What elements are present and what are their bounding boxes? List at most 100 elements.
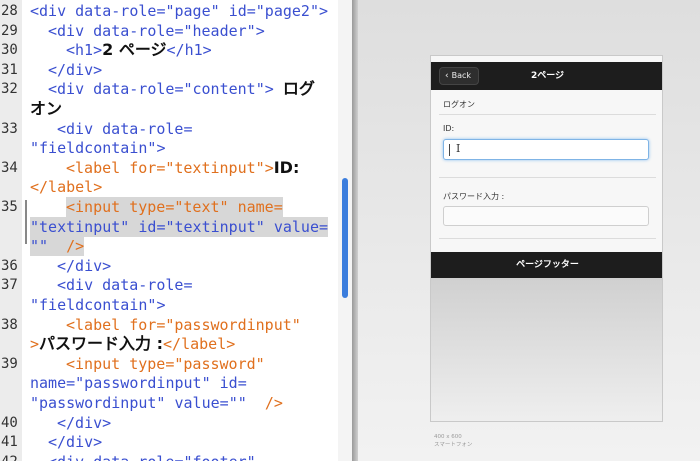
line-number: 33 [1, 120, 18, 137]
code-token: /> [66, 237, 85, 256]
code-token: </div> [57, 256, 112, 275]
code-line[interactable]: name="passwordinput" id= [0, 373, 352, 393]
code-token: /> [264, 394, 283, 412]
code-token: "textinput" [30, 217, 130, 236]
code-text: <input type="password" [66, 354, 265, 374]
code-token: "passwordinput" [165, 315, 301, 334]
code-line[interactable]: 33 <div data-role= [0, 119, 352, 139]
code-line[interactable]: オン [0, 99, 352, 119]
code-token: <div [48, 21, 94, 40]
code-token: "textinput" [165, 217, 265, 236]
code-line[interactable]: 37 <div data-role= [0, 275, 352, 295]
code-token: "header" [183, 21, 256, 40]
code-line[interactable]: "" /> [0, 236, 352, 257]
password-input[interactable] [443, 206, 649, 226]
code-token: </label> [163, 335, 236, 354]
code-line[interactable]: 38 <label for="passwordinput" [0, 315, 352, 335]
code-text: "fieldcontain"> [30, 138, 165, 158]
code-token: = [246, 2, 256, 20]
code-line[interactable]: 30 <h1>2 ページ</h1> [0, 40, 352, 60]
code-line[interactable]: 39 <input type="password" [0, 354, 352, 374]
code-text: </div> [48, 60, 102, 80]
line-number: 29 [1, 22, 18, 39]
ibeam-cursor-icon: I [456, 142, 461, 155]
text-caret [449, 144, 450, 156]
code-token: name [30, 374, 67, 393]
code-line[interactable]: 31 </div> [0, 60, 352, 80]
code-line[interactable]: 40 </div> [0, 413, 352, 433]
code-token: data-role [93, 453, 174, 461]
code-token: = [219, 394, 229, 412]
code-token: = [156, 315, 166, 334]
code-token: ログ [282, 79, 315, 99]
line-number: 32 [1, 81, 18, 98]
line-number: 40 [1, 414, 18, 431]
code-line[interactable]: 32 <div data-role="content"> ログ [0, 79, 352, 99]
code-token: "" [30, 237, 49, 256]
code-text: <label for="textinput">ID: [66, 158, 299, 178]
code-line[interactable]: 34 <label for="textinput">ID: [0, 158, 352, 178]
code-text: <div data-role= [57, 275, 192, 295]
text-cursor-marker [25, 200, 27, 244]
code-token: <label [66, 158, 130, 177]
code-line[interactable]: >パスワード入力 :</label> [0, 334, 352, 354]
code-token: パスワード入力 : [39, 334, 164, 354]
line-number: 38 [1, 316, 18, 333]
code-token: "text" [174, 198, 229, 216]
line-number: 37 [1, 277, 18, 294]
code-line[interactable]: 42 <div data-role="footer" [0, 452, 352, 461]
code-token: </div> [57, 413, 112, 432]
code-token: "page" [165, 2, 220, 20]
code-line[interactable]: 41 </div> [0, 432, 352, 452]
code-line[interactable]: "textinput" id="textinput" value= [0, 216, 352, 237]
device-caption: 400 x 600 スマートフォン [434, 433, 472, 449]
line-number: 31 [1, 61, 18, 78]
code-token: name= [228, 198, 283, 216]
code-token: data-role [93, 80, 175, 99]
code-token: <input [66, 198, 130, 216]
code-token: 2 ページ [102, 40, 167, 60]
code-token: = [66, 374, 76, 393]
code-token: > [255, 21, 265, 40]
code-line[interactable]: 29 <div data-role="header"> [0, 21, 352, 41]
code-text: <h1>2 ページ</h1> [66, 40, 212, 60]
code-line[interactable]: 35 <input type="text" name= [0, 197, 352, 217]
back-button[interactable]: ‹ Back [439, 67, 480, 85]
code-token: type [129, 354, 166, 373]
code-line[interactable]: </label> [0, 177, 352, 197]
code-text: "textinput" id="textinput" value= [30, 216, 329, 237]
code-token: "fieldcontain" [30, 139, 157, 158]
code-line[interactable]: "fieldcontain"> [0, 138, 352, 158]
code-token: id [228, 2, 247, 20]
code-text: オン [30, 99, 62, 119]
code-token: value [174, 394, 220, 412]
code-token: data-role [93, 21, 175, 40]
code-text: </div> [48, 432, 102, 452]
code-line[interactable]: 28 <div data-role="page" id="page2"> [0, 1, 352, 21]
code-token: </div> [48, 60, 103, 79]
code-token: for [129, 158, 157, 177]
code-token: > [319, 2, 329, 20]
divider-line [439, 238, 656, 239]
code-line[interactable]: "passwordinput" value="" /> [0, 393, 352, 413]
code-token: "" [228, 394, 247, 412]
password-field-label: パスワード入力 : [443, 192, 505, 201]
code-editor[interactable]: 28 <div data-role="page" id="page2"> 29 <di… [0, 0, 352, 461]
id-text-input[interactable]: I [443, 139, 649, 160]
code-token: <input [66, 354, 130, 373]
device-preview-frame: 2ページ ‹ Back ログオン ID: I パスワード入力 : ページフッター [430, 55, 663, 422]
code-text: </label> [30, 177, 102, 197]
code-token: <div [57, 119, 103, 138]
editor-scrollbar-thumb[interactable] [342, 178, 348, 298]
line-number: 39 [1, 355, 18, 372]
code-text: <div data-role="content"> ログ [48, 79, 315, 99]
code-line[interactable]: 36 </div> [0, 256, 352, 276]
mobile-footer-bar: ページフッター [431, 252, 662, 278]
code-line[interactable]: "fieldcontain"> [0, 295, 352, 315]
line-number: 35 [1, 199, 18, 215]
code-token: id [219, 374, 238, 393]
